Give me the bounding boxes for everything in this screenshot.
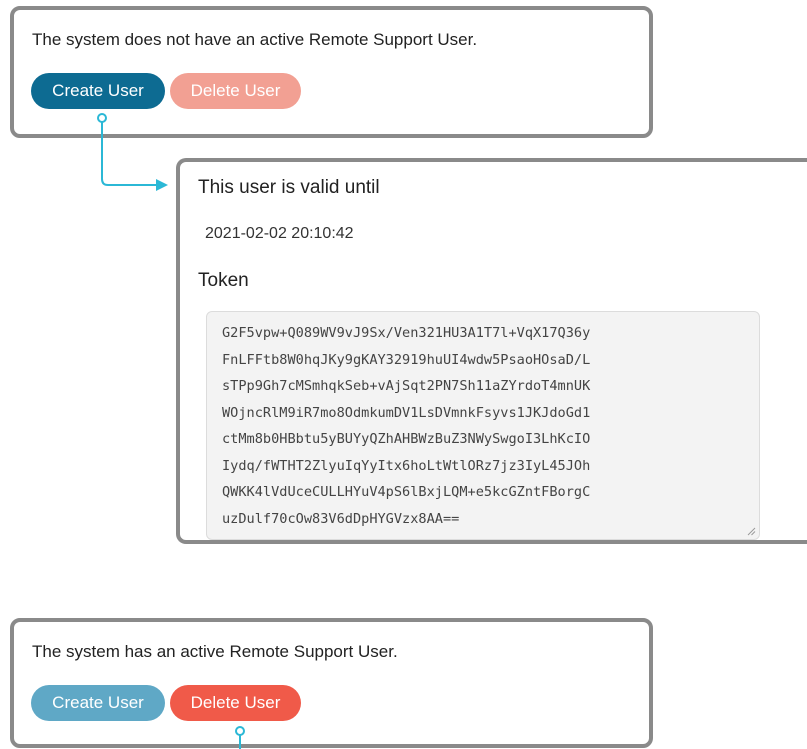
- token-line: sTPp9Gh7cMSmhqkSeb+vAjSqt2PN7Sh11aZYrdoT…: [222, 378, 591, 394]
- token-line: Iydq/fWTHT2ZlyuIqYyItx6hoLtWtlORz7jz3IyL…: [222, 457, 591, 474]
- token-textarea[interactable]: G2F5vpw+Q089WV9vJ9Sx/Ven321HU3A1T7l+VqX1…: [206, 311, 760, 540]
- create-user-button[interactable]: Create User: [31, 685, 165, 721]
- valid-until-heading: This user is valid until: [198, 177, 380, 198]
- token-line: uzDulf70cOw83V6dDpHYGVzx8AA==: [222, 510, 460, 527]
- status-message: The system does not have an active Remot…: [32, 30, 478, 49]
- delete-user-button[interactable]: Delete User: [170, 685, 301, 721]
- no-active-user-panel: The system does not have an active Remot…: [10, 6, 653, 138]
- valid-until-date: 2021-02-02 20:10:42: [205, 225, 354, 242]
- resize-grip-icon[interactable]: [746, 526, 756, 536]
- token-line: G2F5vpw+Q089WV9vJ9Sx/Ven321HU3A1T7l+VqX1…: [222, 325, 591, 341]
- create-user-button[interactable]: Create User: [31, 73, 165, 109]
- token-line: FnLFFtb8W0hqJKy9gKAY32919huUI4wdw5PsaoHO…: [222, 351, 591, 368]
- token-heading: Token: [198, 270, 249, 291]
- token-line: WOjncRlM9iR7mo8OdmkumDV1LsDVmnkFsyvs1JKJ…: [222, 404, 591, 421]
- status-message: The system has an active Remote Support …: [32, 642, 398, 661]
- delete-user-button[interactable]: Delete User: [170, 73, 301, 109]
- user-token-panel: This user is valid until 2021-02-02 20:1…: [176, 158, 807, 544]
- token-line: QWKK4lVdUceCULLHYuV4pS6lBxjLQM+e5kcGZntF…: [222, 484, 591, 500]
- active-user-panel: The system has an active Remote Support …: [10, 618, 653, 748]
- token-line: ctMm8b0HBbtu5yBUYyQZhAHBWzBuZ3NWySwgoI3L…: [222, 431, 591, 447]
